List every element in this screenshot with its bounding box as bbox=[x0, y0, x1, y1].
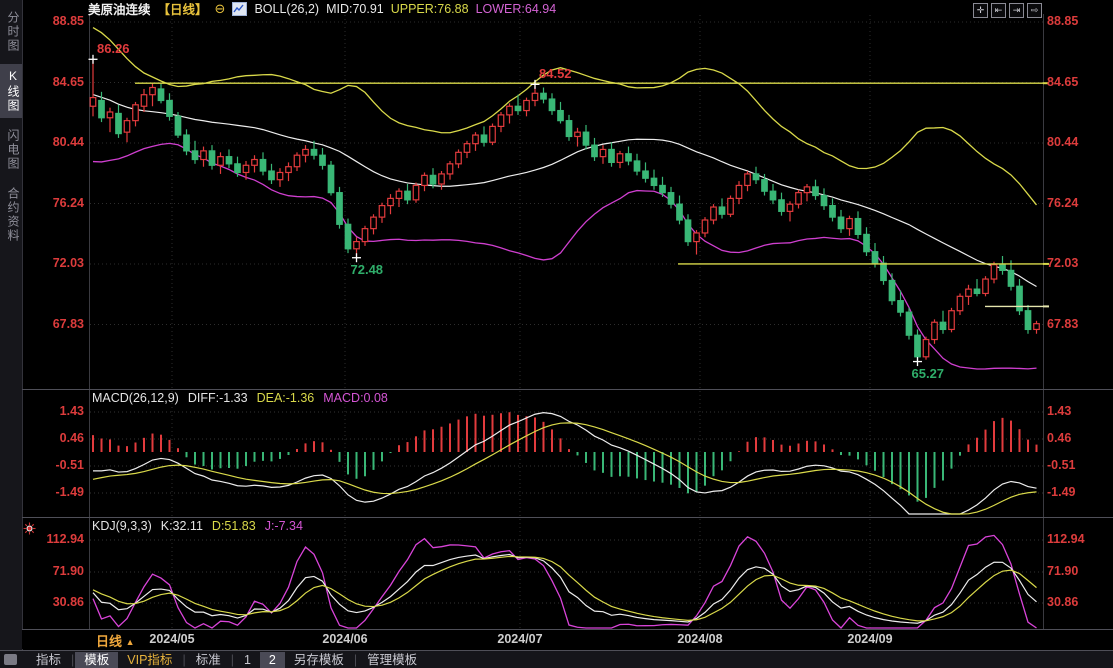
period-tag: 【日线】 bbox=[158, 0, 208, 18]
toolbar-item-indicator[interactable]: 指标 bbox=[27, 652, 70, 668]
toolbar-item-template[interactable]: 模板 bbox=[75, 652, 118, 668]
time-axis: 日线 ▲ 2024/05 2024/06 2024/07 2024/08 2024/09 bbox=[22, 630, 1113, 649]
toolbar-separator: | bbox=[231, 653, 234, 667]
toolbar-item-vip-indicator[interactable]: VIP指标 bbox=[118, 652, 181, 668]
kdj-k-value: K:32.11 bbox=[161, 519, 203, 533]
macd-dea-value: DEA:-1.36 bbox=[257, 391, 315, 405]
chart-tools: ✛ ⇤ ⇥ ⇨ bbox=[973, 3, 1042, 18]
time-axis-month-label: 2024/07 bbox=[480, 632, 560, 646]
macd-histogram bbox=[93, 412, 1037, 501]
kdj-title: KDJ(9,3,3) bbox=[92, 519, 152, 533]
kdj-d-value: D:51.83 bbox=[212, 519, 256, 533]
candles bbox=[90, 59, 1039, 361]
boll-mid-value: MID:70.91 bbox=[326, 2, 384, 16]
boll-lower-value: LOWER:64.94 bbox=[476, 2, 557, 16]
symbol-name: 美原油连续 bbox=[88, 0, 151, 18]
macd-pane-header: MACD(26,12,9) DIFF:-1.33 DEA:-1.36 MACD:… bbox=[92, 391, 388, 405]
chart-header: 美原油连续 【日线】 ⊖ BOLL(26,2) MID:70.91 UPPER:… bbox=[88, 1, 556, 16]
alarm-marker-icon[interactable] bbox=[23, 522, 36, 535]
toolbar-separator: | bbox=[71, 653, 74, 667]
time-axis-month-label: 2024/06 bbox=[305, 632, 385, 646]
macd-diff-value: DIFF:-1.33 bbox=[188, 391, 248, 405]
toolbar-handle-icon[interactable] bbox=[4, 654, 17, 665]
toolbar-item-save-template[interactable]: 另存模板 bbox=[285, 652, 353, 668]
toolbar-separator: | bbox=[182, 653, 185, 667]
boll-upper-value: UPPER:76.88 bbox=[391, 2, 469, 16]
axis-scale-left-icon[interactable]: ⇤ bbox=[991, 3, 1006, 18]
bottom-toolbar: 指标 | 模板 VIP指标 | 标准 | 1 2 另存模板 | 管理模板 bbox=[0, 650, 1113, 668]
toolbar-item-slot1[interactable]: 1 bbox=[235, 652, 260, 668]
chart-canvas[interactable] bbox=[0, 0, 1113, 667]
crosshair-move-icon[interactable]: ✛ bbox=[973, 3, 988, 18]
time-axis-month-label: 2024/08 bbox=[660, 632, 740, 646]
mini-chart-icon[interactable] bbox=[232, 2, 247, 16]
boll-indicator-label: BOLL(26,2) bbox=[254, 2, 319, 16]
collapse-indicator-icon[interactable]: ⊖ bbox=[215, 1, 226, 17]
export-chart-icon[interactable]: ⇨ bbox=[1027, 3, 1042, 18]
axis-scale-right-icon[interactable]: ⇥ bbox=[1009, 3, 1024, 18]
time-axis-month-label: 2024/05 bbox=[132, 632, 212, 646]
period-selector[interactable]: 日线 ▲ bbox=[96, 631, 135, 650]
toolbar-separator: | bbox=[354, 653, 357, 667]
macd-value: MACD:0.08 bbox=[323, 391, 388, 405]
toolbar-item-slot2[interactable]: 2 bbox=[260, 652, 285, 668]
kdj-pane-header: KDJ(9,3,3) K:32.11 D:51.83 J:-7.34 bbox=[92, 519, 303, 533]
toolbar-item-standard[interactable]: 标准 bbox=[187, 652, 230, 668]
macd-title: MACD(26,12,9) bbox=[92, 391, 179, 405]
kdj-j-value: J:-7.34 bbox=[265, 519, 303, 533]
toolbar-item-manage-template[interactable]: 管理模板 bbox=[358, 652, 426, 668]
time-axis-month-label: 2024/09 bbox=[830, 632, 910, 646]
